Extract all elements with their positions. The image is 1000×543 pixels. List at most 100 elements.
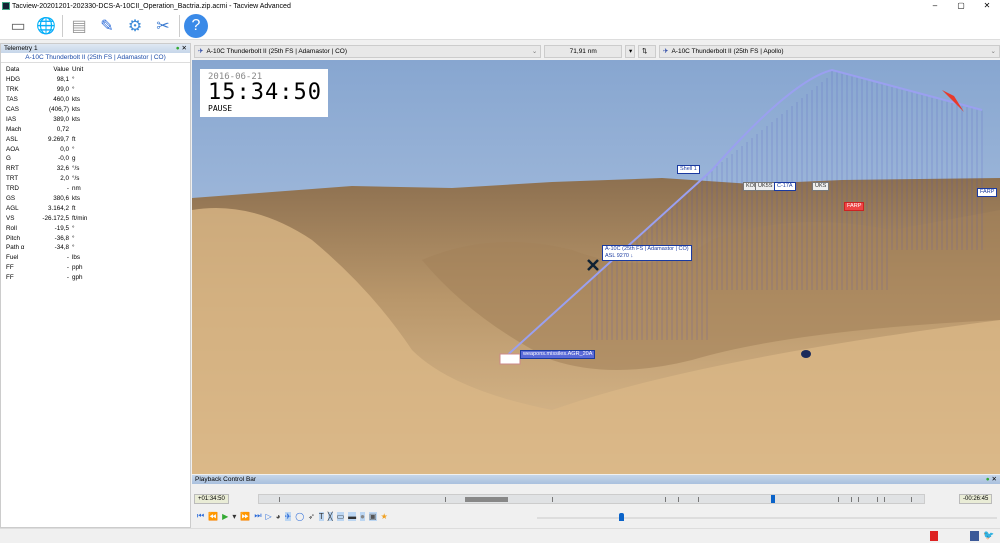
twitter-icon[interactable]: 🐦 bbox=[983, 530, 994, 541]
document-icon[interactable]: ▤ bbox=[67, 14, 91, 38]
primary-object-select[interactable]: ✈ A-10C Thunderbolt II (25th FS | Adamast… bbox=[194, 44, 542, 58]
ground-unit-icon[interactable]: ▬ bbox=[348, 511, 357, 521]
aircraft-name: A-10C (25th FS | Adamastor | CO) bbox=[605, 246, 689, 252]
tools-icon[interactable]: ✂ bbox=[151, 14, 175, 38]
data-value-cell: - bbox=[66, 185, 69, 193]
data-value-cell: 460,0 bbox=[53, 96, 69, 104]
skip-end-icon[interactable]: ⏭ bbox=[254, 511, 261, 521]
event-marker[interactable] bbox=[850, 497, 852, 502]
event-marker[interactable] bbox=[884, 497, 886, 502]
timeline-cursor[interactable] bbox=[771, 495, 776, 503]
data-value-cell: 98,1 bbox=[56, 76, 69, 84]
pin-icon[interactable]: ● bbox=[176, 45, 180, 52]
aircraft-view-icon[interactable]: ✈ bbox=[284, 511, 292, 521]
data-name-cell: AGL bbox=[6, 204, 19, 212]
remaining-time[interactable]: -00:26:45 bbox=[959, 494, 993, 504]
distance-value: 71,91 nm bbox=[569, 47, 597, 55]
title-bar: Tacview-20201201-202330-DCS-A-10CII_Oper… bbox=[0, 0, 1000, 12]
minimize-button[interactable]: – bbox=[922, 0, 948, 12]
telemetry-row: ASL 9.269,7 ft bbox=[6, 134, 102, 144]
object-selector-bar: ✈ A-10C Thunderbolt II (25th FS | Adamast… bbox=[192, 43, 1000, 59]
help-icon[interactable]: ? bbox=[184, 13, 208, 38]
swap-icon[interactable]: ⇅ bbox=[638, 44, 656, 58]
data-name-cell: FF bbox=[6, 264, 14, 272]
ruler-icon[interactable]: ╳ bbox=[327, 511, 333, 521]
maximize-button[interactable]: ▢ bbox=[948, 0, 974, 12]
event-marker[interactable] bbox=[910, 497, 912, 502]
c17-label[interactable]: C-17A bbox=[774, 182, 796, 191]
elapsed-time[interactable]: +01:34:50 bbox=[194, 494, 229, 504]
chevron-down-icon: ⌄ bbox=[990, 48, 996, 55]
weapon-view-icon[interactable]: ➶ bbox=[308, 512, 315, 521]
usb-drive-icon[interactable]: ▭ bbox=[6, 14, 30, 38]
playback-speed-slider[interactable] bbox=[537, 513, 997, 521]
data-unit-cell: pph bbox=[72, 264, 83, 272]
data-name-cell: ASL bbox=[6, 135, 18, 143]
data-value-cell: (406,7) bbox=[49, 106, 69, 113]
event-marker[interactable] bbox=[857, 497, 859, 502]
telemetry-row: FF - gph bbox=[6, 273, 102, 283]
event-marker[interactable] bbox=[664, 497, 666, 502]
event-marker[interactable] bbox=[837, 497, 839, 502]
event-marker[interactable] bbox=[445, 497, 447, 502]
distance-field[interactable]: 71,91 nm bbox=[544, 44, 623, 58]
close-button[interactable]: ✕ bbox=[974, 0, 1000, 12]
missile-icon bbox=[499, 353, 521, 365]
globe-icon[interactable]: 🌐 bbox=[34, 14, 58, 38]
data-unit-cell: nm bbox=[72, 185, 81, 193]
panel-title: Playback Control Bar bbox=[195, 476, 257, 483]
telemetry-row: TRK 99,0 ° bbox=[6, 85, 102, 95]
skip-start-icon[interactable]: ⏮ bbox=[197, 511, 204, 521]
event-marker[interactable] bbox=[877, 497, 879, 502]
close-panel-icon[interactable]: ✕ bbox=[182, 45, 187, 52]
terrain-icon[interactable]: ● bbox=[360, 511, 365, 521]
label-tool-icon[interactable]: T bbox=[318, 511, 324, 521]
timeline-scrubber[interactable] bbox=[258, 494, 925, 504]
close-panel-icon[interactable]: ✕ bbox=[992, 476, 997, 483]
pin-icon[interactable]: ● bbox=[986, 476, 990, 483]
event-marker[interactable] bbox=[551, 497, 553, 502]
data-unit-cell: ° bbox=[72, 224, 75, 232]
display-icon[interactable]: ▭ bbox=[336, 511, 345, 521]
weapon-label[interactable]: weapons.missiles.AGR_20A bbox=[520, 350, 596, 359]
notification-icon[interactable] bbox=[930, 531, 938, 541]
bookmark-star-icon[interactable]: ★ bbox=[381, 512, 388, 521]
overlay-icon[interactable]: ▣ bbox=[369, 511, 377, 521]
event-cluster[interactable] bbox=[465, 497, 509, 502]
notepad-edit-icon[interactable]: ✎ bbox=[95, 14, 119, 38]
step-icon[interactable]: ▷ bbox=[266, 512, 272, 521]
aircraft-label[interactable]: A-10C (25th FS | Adamastor | CO) ASL 9270… bbox=[602, 245, 692, 261]
airbase-label[interactable]: UKS bbox=[812, 182, 830, 191]
pilot-view-icon[interactable]: ◕ bbox=[276, 512, 281, 521]
fast-forward-icon[interactable]: ⏩ bbox=[240, 512, 250, 521]
telemetry-row: AGL 3.164,2 ft bbox=[6, 203, 102, 213]
telemetry-table: Data Value Unit HDG 98,1 ° TRK 99,0 ° TAS 460,0… bbox=[6, 65, 102, 283]
facebook-icon[interactable] bbox=[970, 531, 979, 541]
rewind-icon[interactable]: ⏪ bbox=[208, 512, 218, 521]
globe-view-icon[interactable]: ◯ bbox=[295, 512, 304, 521]
farp-label-enemy[interactable]: FARP bbox=[844, 202, 865, 211]
slider-thumb[interactable] bbox=[619, 513, 624, 521]
data-name-cell: Mach bbox=[6, 125, 22, 133]
data-unit-cell: °/s bbox=[72, 165, 80, 173]
event-marker[interactable] bbox=[278, 497, 280, 502]
farp-label[interactable]: FARP bbox=[977, 188, 998, 197]
event-marker[interactable] bbox=[697, 497, 699, 502]
data-unit-cell: ft/min bbox=[72, 214, 88, 222]
panel-title: Telemetry 1 bbox=[4, 45, 38, 52]
telemetry-row: G -0,0 g bbox=[6, 154, 102, 164]
3d-viewport[interactable]: 2016-06-21 15:34:50 PAUSE A-10C (25th FS… bbox=[192, 60, 1000, 474]
data-value-cell: 389,0 bbox=[53, 115, 69, 123]
play-icon[interactable]: ▶ bbox=[222, 512, 228, 521]
gear-icon[interactable]: ⚙ bbox=[123, 14, 147, 38]
data-unit-cell bbox=[72, 124, 102, 134]
telemetry-row: RRT 32,6 °/s bbox=[6, 164, 102, 174]
event-marker[interactable] bbox=[677, 497, 679, 502]
play-options-icon[interactable]: ▾ bbox=[232, 512, 236, 521]
airbase-label[interactable]: UK5S bbox=[755, 182, 776, 191]
shell-label[interactable]: Shell 1 bbox=[677, 165, 700, 174]
status-bar: 🐦 bbox=[0, 528, 1000, 543]
distance-dropdown[interactable]: ▾ bbox=[625, 44, 636, 58]
time-display: 2016-06-21 15:34:50 PAUSE bbox=[200, 69, 328, 117]
secondary-object-select[interactable]: ✈ A-10C Thunderbolt II (25th FS | Apollo)… bbox=[659, 44, 1000, 58]
